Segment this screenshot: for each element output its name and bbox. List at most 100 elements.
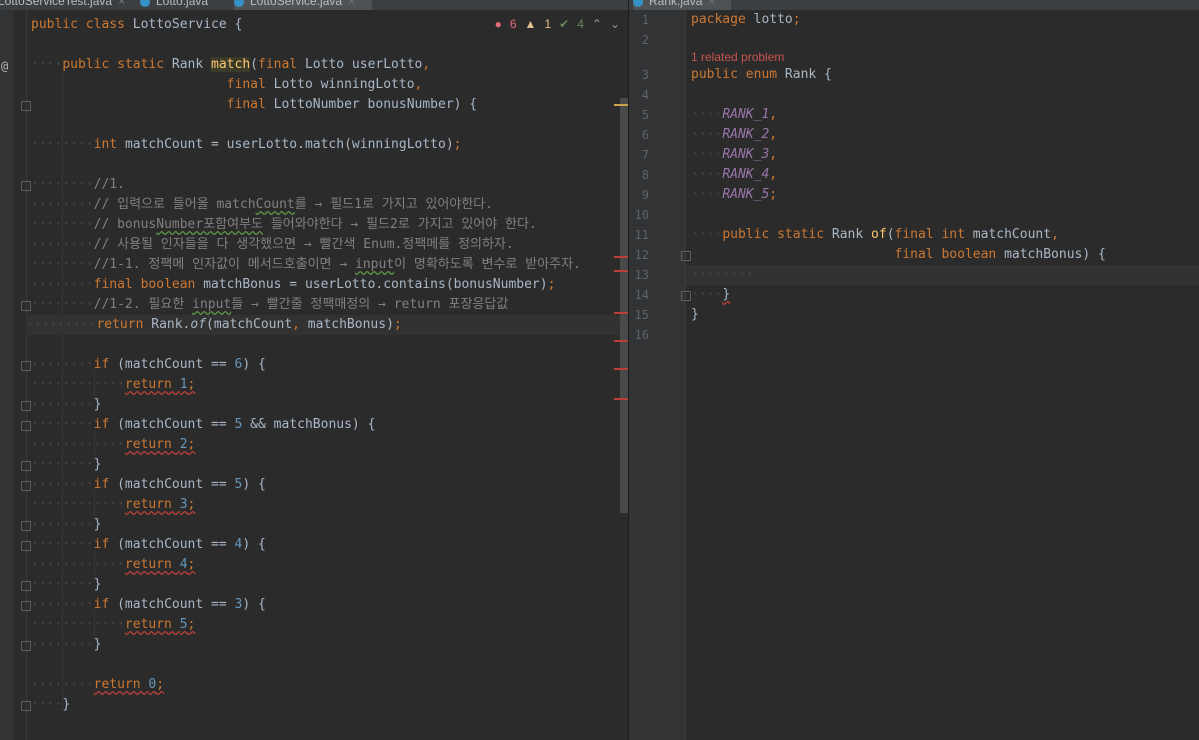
vertical-scrollbar[interactable] xyxy=(620,98,628,513)
code-line[interactable]: ····RANK_2, xyxy=(691,125,777,145)
line-number: 5 xyxy=(641,108,649,122)
code-line[interactable]: ····} xyxy=(31,695,70,715)
error-stripe[interactable] xyxy=(614,368,628,370)
code-line[interactable]: ············return 1; xyxy=(31,375,195,395)
left-gutter xyxy=(0,10,14,740)
line-number: 13 xyxy=(634,268,649,282)
right-editor[interactable]: 1 2 3 4 5 6 7 8 9 10 11 12 13 14 15 16 1 related proble… xyxy=(629,10,1199,740)
code-line[interactable]: ········} xyxy=(31,635,101,655)
left-editor[interactable]: @ ● 6 ▲ 1 ✔ 4 ⌃ ⌄ public class LottoService… xyxy=(0,10,628,740)
fold-icon[interactable] xyxy=(21,581,31,591)
fold-icon[interactable] xyxy=(21,181,31,191)
fold-icon[interactable] xyxy=(21,421,31,431)
close-icon[interactable]: × xyxy=(118,0,125,8)
fold-icon[interactable] xyxy=(21,101,31,111)
tab-lotto-service[interactable]: LottoService.java × xyxy=(234,0,372,10)
fold-icon[interactable] xyxy=(681,251,691,261)
java-enum-icon xyxy=(633,0,643,7)
code-line[interactable]: ····RANK_4, xyxy=(691,165,777,185)
fold-icon[interactable] xyxy=(21,541,31,551)
tab-lotto-service-test[interactable]: LottoServiceTest.java × xyxy=(0,0,125,10)
code-line[interactable]: ····RANK_5; xyxy=(691,185,777,205)
code-line[interactable]: ········if (matchCount == 3) { xyxy=(31,595,266,615)
error-stripe[interactable] xyxy=(614,340,628,342)
comment-line[interactable]: ········//1. xyxy=(31,175,125,195)
code-line[interactable]: ····RANK_1, xyxy=(691,105,777,125)
line-number: 10 xyxy=(634,208,649,222)
warning-stripe[interactable] xyxy=(614,104,628,106)
related-problem-hint[interactable]: 1 related problem xyxy=(691,50,784,64)
right-tab-bar: Rank.java × xyxy=(629,0,1199,10)
code-line[interactable]: final boolean matchBonus) { xyxy=(691,245,1106,265)
code-line[interactable]: ····public static Rank match(final Lotto… xyxy=(31,55,430,75)
code-line[interactable]: ····} xyxy=(691,285,730,305)
fold-icon[interactable] xyxy=(21,301,31,311)
inspection-indicators[interactable]: ● 6 ▲ 1 ✔ 4 ⌃ ⌄ xyxy=(495,17,620,31)
code-line[interactable]: final LottoNumber bonusNumber) { xyxy=(31,95,477,115)
error-stripe[interactable] xyxy=(614,312,628,314)
comment-line[interactable]: ········//1-1. 정팩메 인자값이 메서드호출이면 → input이… xyxy=(31,255,581,275)
code-line[interactable]: ········} xyxy=(31,395,101,415)
chevron-down-icon[interactable]: ⌄ xyxy=(610,17,620,31)
fold-icon[interactable] xyxy=(21,521,31,531)
code-line[interactable]: package lotto; xyxy=(691,10,801,30)
fold-icon[interactable] xyxy=(21,401,31,411)
code-line[interactable]: ········} xyxy=(31,455,101,475)
fold-icon[interactable] xyxy=(21,481,31,491)
code-line[interactable]: ········int matchCount = userLotto.match… xyxy=(31,135,462,155)
chevron-up-icon[interactable]: ⌃ xyxy=(592,17,602,31)
error-stripe[interactable] xyxy=(614,270,628,272)
code-line[interactable]: ········} xyxy=(31,515,101,535)
line-number: 6 xyxy=(641,128,649,142)
code-line[interactable]: ········} xyxy=(31,575,101,595)
code-line[interactable]: ········return 0; xyxy=(31,675,164,695)
line-number: 8 xyxy=(641,168,649,182)
code-line[interactable]: final Lotto winningLotto, xyxy=(31,75,423,95)
override-marker[interactable]: @ xyxy=(1,59,8,73)
line-number: 2 xyxy=(641,33,649,47)
error-stripe[interactable] xyxy=(614,398,628,400)
code-line[interactable]: } xyxy=(691,305,699,325)
line-number: 4 xyxy=(641,88,649,102)
line-number: 16 xyxy=(634,328,649,342)
code-line[interactable]: ········ xyxy=(691,265,754,285)
tab-label: Lotto.java xyxy=(156,0,209,8)
line-number: 9 xyxy=(641,188,649,202)
code-line[interactable]: public enum Rank { xyxy=(691,65,832,85)
code-line[interactable]: ········final boolean matchBonus = userL… xyxy=(31,275,555,295)
code-line[interactable]: ····RANK_3, xyxy=(691,145,777,165)
comment-line[interactable]: ········// bonusNumber포함여부도 들어와야한다 → 필드2… xyxy=(31,215,537,235)
code-line[interactable]: ············return 4; xyxy=(31,555,195,575)
comment-line[interactable]: ········// 사용될 인자들을 다 생각했으면 → 빨간색 Enum.정… xyxy=(31,235,514,255)
close-icon[interactable]: × xyxy=(708,0,715,8)
code-line[interactable]: ········if (matchCount == 6) { xyxy=(31,355,266,375)
code-line[interactable]: ············return 5; xyxy=(31,615,195,635)
fold-icon[interactable] xyxy=(21,361,31,371)
code-line[interactable]: public class LottoService { xyxy=(31,15,242,35)
fold-icon[interactable] xyxy=(21,461,31,471)
close-icon[interactable]: × xyxy=(348,0,355,8)
class-name: LottoService { xyxy=(132,17,243,32)
tab-lotto[interactable]: Lotto.java xyxy=(140,0,230,10)
code-line[interactable]: ········if (matchCount == 4) { xyxy=(31,535,266,555)
error-stripe[interactable] xyxy=(614,256,628,258)
current-line-highlight xyxy=(686,265,1199,285)
tab-rank[interactable]: Rank.java × xyxy=(633,0,731,10)
code-line[interactable]: ····public static Rank of(final int matc… xyxy=(691,225,1059,245)
code-line[interactable]: ········if (matchCount == 5) { xyxy=(31,475,266,495)
fold-icon[interactable] xyxy=(681,291,691,301)
code-line[interactable]: ············return 2; xyxy=(31,435,195,455)
gutter-separator xyxy=(26,10,27,740)
tab-label: Rank.java xyxy=(649,0,703,8)
line-number: 15 xyxy=(634,308,649,322)
comment-line[interactable]: ········// 입력으로 들어올 matchCount를 → 필드1로 가… xyxy=(31,195,493,215)
warning-triangle-icon: ▲ xyxy=(524,17,537,31)
fold-icon[interactable] xyxy=(21,641,31,651)
line-number: 3 xyxy=(641,68,649,82)
code-line-current[interactable]: ·········return Rank.of(matchCount, matc… xyxy=(26,315,620,335)
fold-icon[interactable] xyxy=(21,701,31,711)
code-line[interactable]: ········if (matchCount == 5 && matchBonu… xyxy=(31,415,375,435)
fold-icon[interactable] xyxy=(21,601,31,611)
code-line[interactable]: ············return 3; xyxy=(31,495,195,515)
comment-line[interactable]: ········//1-2. 필요한 input들 → 빨간줄 정팩매정의 → … xyxy=(31,295,508,315)
